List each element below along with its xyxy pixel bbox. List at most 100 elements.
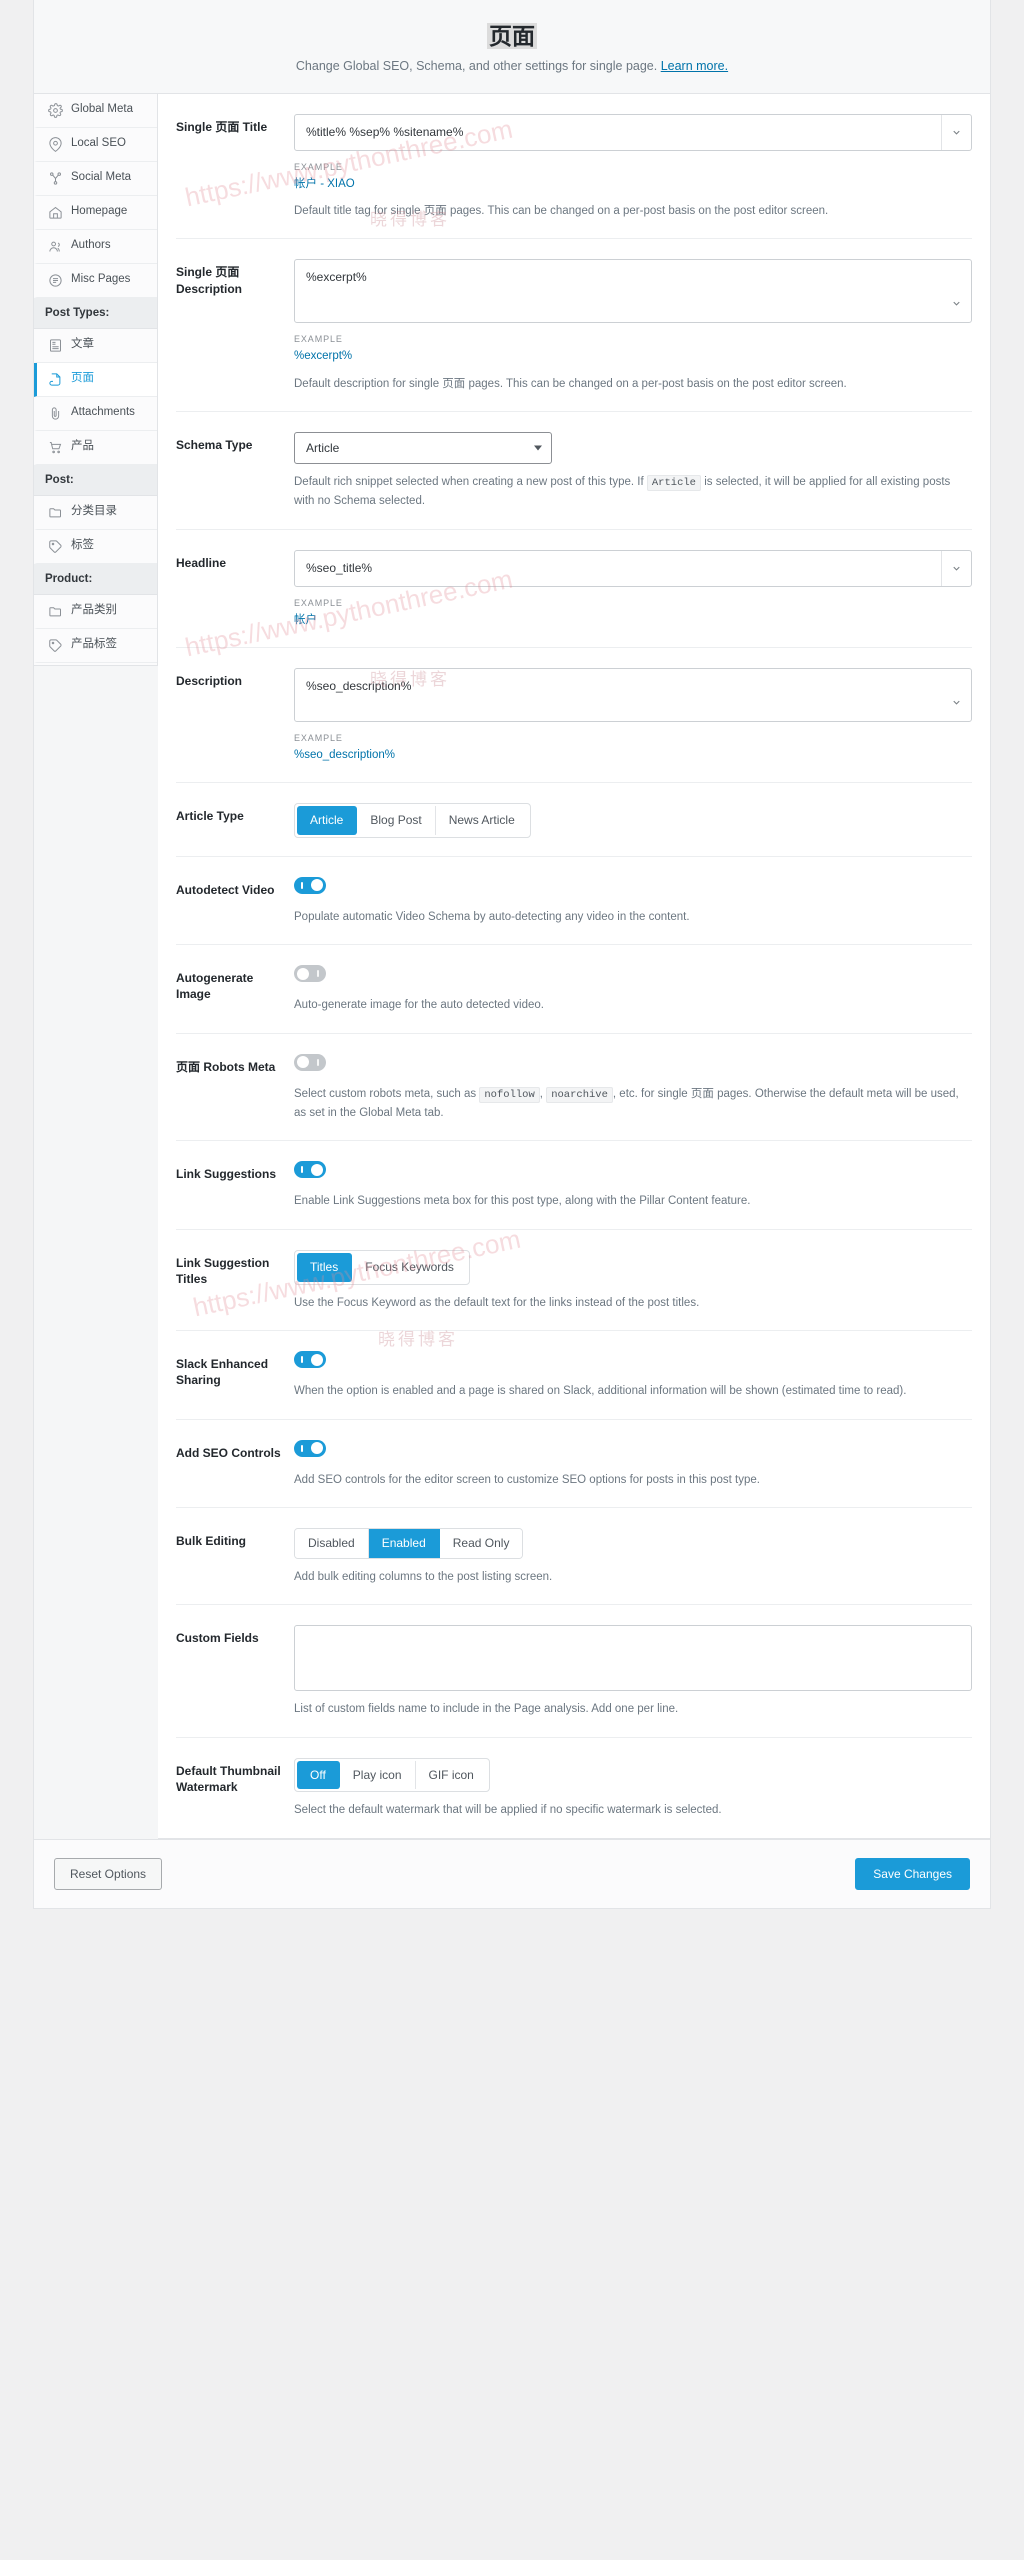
watermark-option-off[interactable]: Off (297, 1761, 340, 1790)
autogenerate-image-toggle[interactable] (294, 965, 326, 983)
example-value: 帐户 - XIAO (294, 177, 355, 190)
schema-type-select[interactable]: Article (294, 432, 552, 465)
field-description: Select custom robots meta, such as nofol… (294, 1085, 972, 1123)
field-label: 页面 Robots Meta (176, 1059, 276, 1074)
save-changes-button[interactable]: Save Changes (855, 1858, 970, 1891)
robots-meta-toggle[interactable] (294, 1053, 326, 1071)
learn-more-link[interactable]: Learn more. (661, 59, 728, 73)
cart-icon (48, 440, 63, 455)
description-value: %seo_description% (306, 678, 412, 693)
description-input[interactable]: %seo_description% (294, 667, 972, 722)
chevron-down-icon[interactable] (941, 114, 971, 150)
link-suggestions-toggle[interactable] (294, 1161, 326, 1179)
field-row-headline: Headline %seo_title% EXAMPLE 帐户 (176, 530, 972, 648)
folder-icon (48, 505, 63, 520)
example-value: %seo_description% (294, 748, 396, 761)
article-type-option-blog-post[interactable]: Blog Post (357, 806, 436, 835)
link-suggestion-option-titles[interactable]: Titles (297, 1253, 353, 1282)
sidebar-item-categories[interactable]: 分类目录 (34, 495, 157, 530)
single-description-value: %excerpt% (306, 270, 367, 285)
field-label: Custom Fields (176, 1631, 259, 1646)
autodetect-video-toggle[interactable] (294, 876, 326, 894)
seo-controls-toggle[interactable] (294, 1439, 326, 1457)
field-description: Use the Focus Keyword as the default tex… (294, 1296, 700, 1309)
link-suggestion-titles-button-group: Titles Focus Keywords (294, 1250, 470, 1285)
sidebar-item-misc-pages[interactable]: Misc Pages (34, 263, 157, 298)
article-type-option-news-article[interactable]: News Article (435, 806, 528, 835)
desc-part-1: Select custom robots meta, such as (294, 1087, 477, 1100)
field-label: Headline (176, 555, 227, 570)
sidebar-item-label: Authors (71, 239, 111, 252)
settings-page: 页面 Change Global SEO, Schema, and other … (33, 0, 991, 1910)
sidebar-item-authors[interactable]: Authors (34, 229, 157, 264)
single-title-value: %title% %sep% %sitename% (306, 124, 464, 139)
field-row-slack-sharing: Slack Enhanced Sharing When the option i… (176, 1331, 972, 1420)
field-row-article-type: Article Type Article Blog Post News Arti… (176, 783, 972, 857)
reset-options-button[interactable]: Reset Options (54, 1858, 163, 1891)
page-subtitle-text: Change Global SEO, Schema, and other set… (295, 58, 658, 73)
page-subtitle: Change Global SEO, Schema, and other set… (54, 59, 970, 73)
list-circle-icon (48, 273, 63, 288)
sidebar-item-attachments[interactable]: Attachments (34, 396, 157, 431)
settings-main: Single 页面 Title %title% %sep% %sitename%… (158, 93, 990, 1840)
article-type-button-group: Article Blog Post News Article (294, 803, 531, 838)
headline-input[interactable]: %seo_title% (294, 549, 972, 587)
sidebar-item-global-meta[interactable]: Global Meta (34, 93, 157, 128)
single-description-input[interactable]: %excerpt% (294, 259, 972, 324)
sidebar-item-label: Global Meta (71, 103, 134, 116)
sidebar-item-pages[interactable]: 页面 (34, 362, 157, 397)
field-label: Description (176, 673, 243, 688)
sidebar-item-label: 文章 (71, 338, 94, 351)
sidebar-item-social-meta[interactable]: Social Meta (34, 161, 157, 196)
tag-icon (48, 539, 63, 554)
sidebar-item-homepage[interactable]: Homepage (34, 195, 157, 230)
folder-icon (48, 604, 63, 619)
sidebar-item-posts[interactable]: 文章 (34, 328, 157, 363)
field-description: When the option is enabled and a page is… (294, 1385, 907, 1398)
field-row-seo-controls: Add SEO Controls Add SEO controls for th… (176, 1420, 972, 1509)
chevron-down-icon[interactable] (941, 550, 971, 586)
field-label: Article Type (176, 809, 244, 824)
field-description: Select the default watermark that will b… (294, 1804, 722, 1817)
page-footer: Reset Options Save Changes (34, 1839, 990, 1909)
desc-part-1: Default rich snippet selected when creat… (294, 476, 644, 489)
page-header: 页面 Change Global SEO, Schema, and other … (34, 0, 990, 94)
bulk-editing-option-disabled[interactable]: Disabled (295, 1529, 369, 1558)
field-label: Slack Enhanced Sharing (176, 1357, 269, 1388)
bulk-editing-option-read-only[interactable]: Read Only (439, 1529, 523, 1558)
sidebar-item-tags[interactable]: 标签 (34, 529, 157, 564)
sidebar-item-product-tags[interactable]: 产品标签 (34, 628, 157, 663)
article-type-option-article[interactable]: Article (297, 806, 358, 835)
sidebar-item-label: Misc Pages (71, 273, 131, 286)
page-title: 页面 (487, 23, 537, 49)
field-row-robots-meta: 页面 Robots Meta Select custom robots meta… (176, 1034, 972, 1142)
field-label: Autodetect Video (176, 882, 275, 897)
field-description: Enable Link Suggestions meta box for thi… (294, 1195, 751, 1208)
sidebar-item-label: Attachments (71, 406, 135, 419)
users-icon (48, 239, 63, 254)
single-title-input[interactable]: %title% %sep% %sitename% (294, 113, 972, 151)
field-row-autodetect-video: Autodetect Video Populate automatic Vide… (176, 857, 972, 946)
chevron-down-icon[interactable] (941, 288, 971, 318)
sidebar-group-post: Post: (34, 464, 157, 496)
field-row-schema-type: Schema Type Article Default rich snippet… (176, 412, 972, 530)
sidebar-group-post-types: Post Types: (34, 297, 157, 329)
sidebar-item-label: 标签 (71, 539, 94, 552)
link-suggestion-option-focus-keywords[interactable]: Focus Keywords (352, 1253, 467, 1282)
home-icon (48, 205, 63, 220)
field-label: Autogenerate Image (176, 971, 254, 1002)
custom-fields-textarea[interactable] (294, 1625, 972, 1692)
field-description: Add bulk editing columns to the post lis… (294, 1570, 553, 1583)
watermark-option-play-icon[interactable]: Play icon (339, 1761, 416, 1790)
chevron-down-icon[interactable] (941, 688, 971, 718)
page-icon (48, 372, 63, 387)
tag-icon (48, 638, 63, 653)
bulk-editing-option-enabled[interactable]: Enabled (368, 1529, 440, 1558)
sidebar-item-local-seo[interactable]: Local SEO (34, 127, 157, 162)
field-row-single-description: Single 页面 Description %excerpt% EXAMPLE … (176, 239, 972, 413)
sidebar-item-products[interactable]: 产品 (34, 430, 157, 465)
slack-sharing-toggle[interactable] (294, 1351, 326, 1369)
field-row-custom-fields: Custom Fields List of custom fields name… (176, 1605, 972, 1739)
sidebar-item-product-categories[interactable]: 产品类别 (34, 594, 157, 629)
watermark-option-gif-icon[interactable]: GIF icon (415, 1761, 487, 1790)
